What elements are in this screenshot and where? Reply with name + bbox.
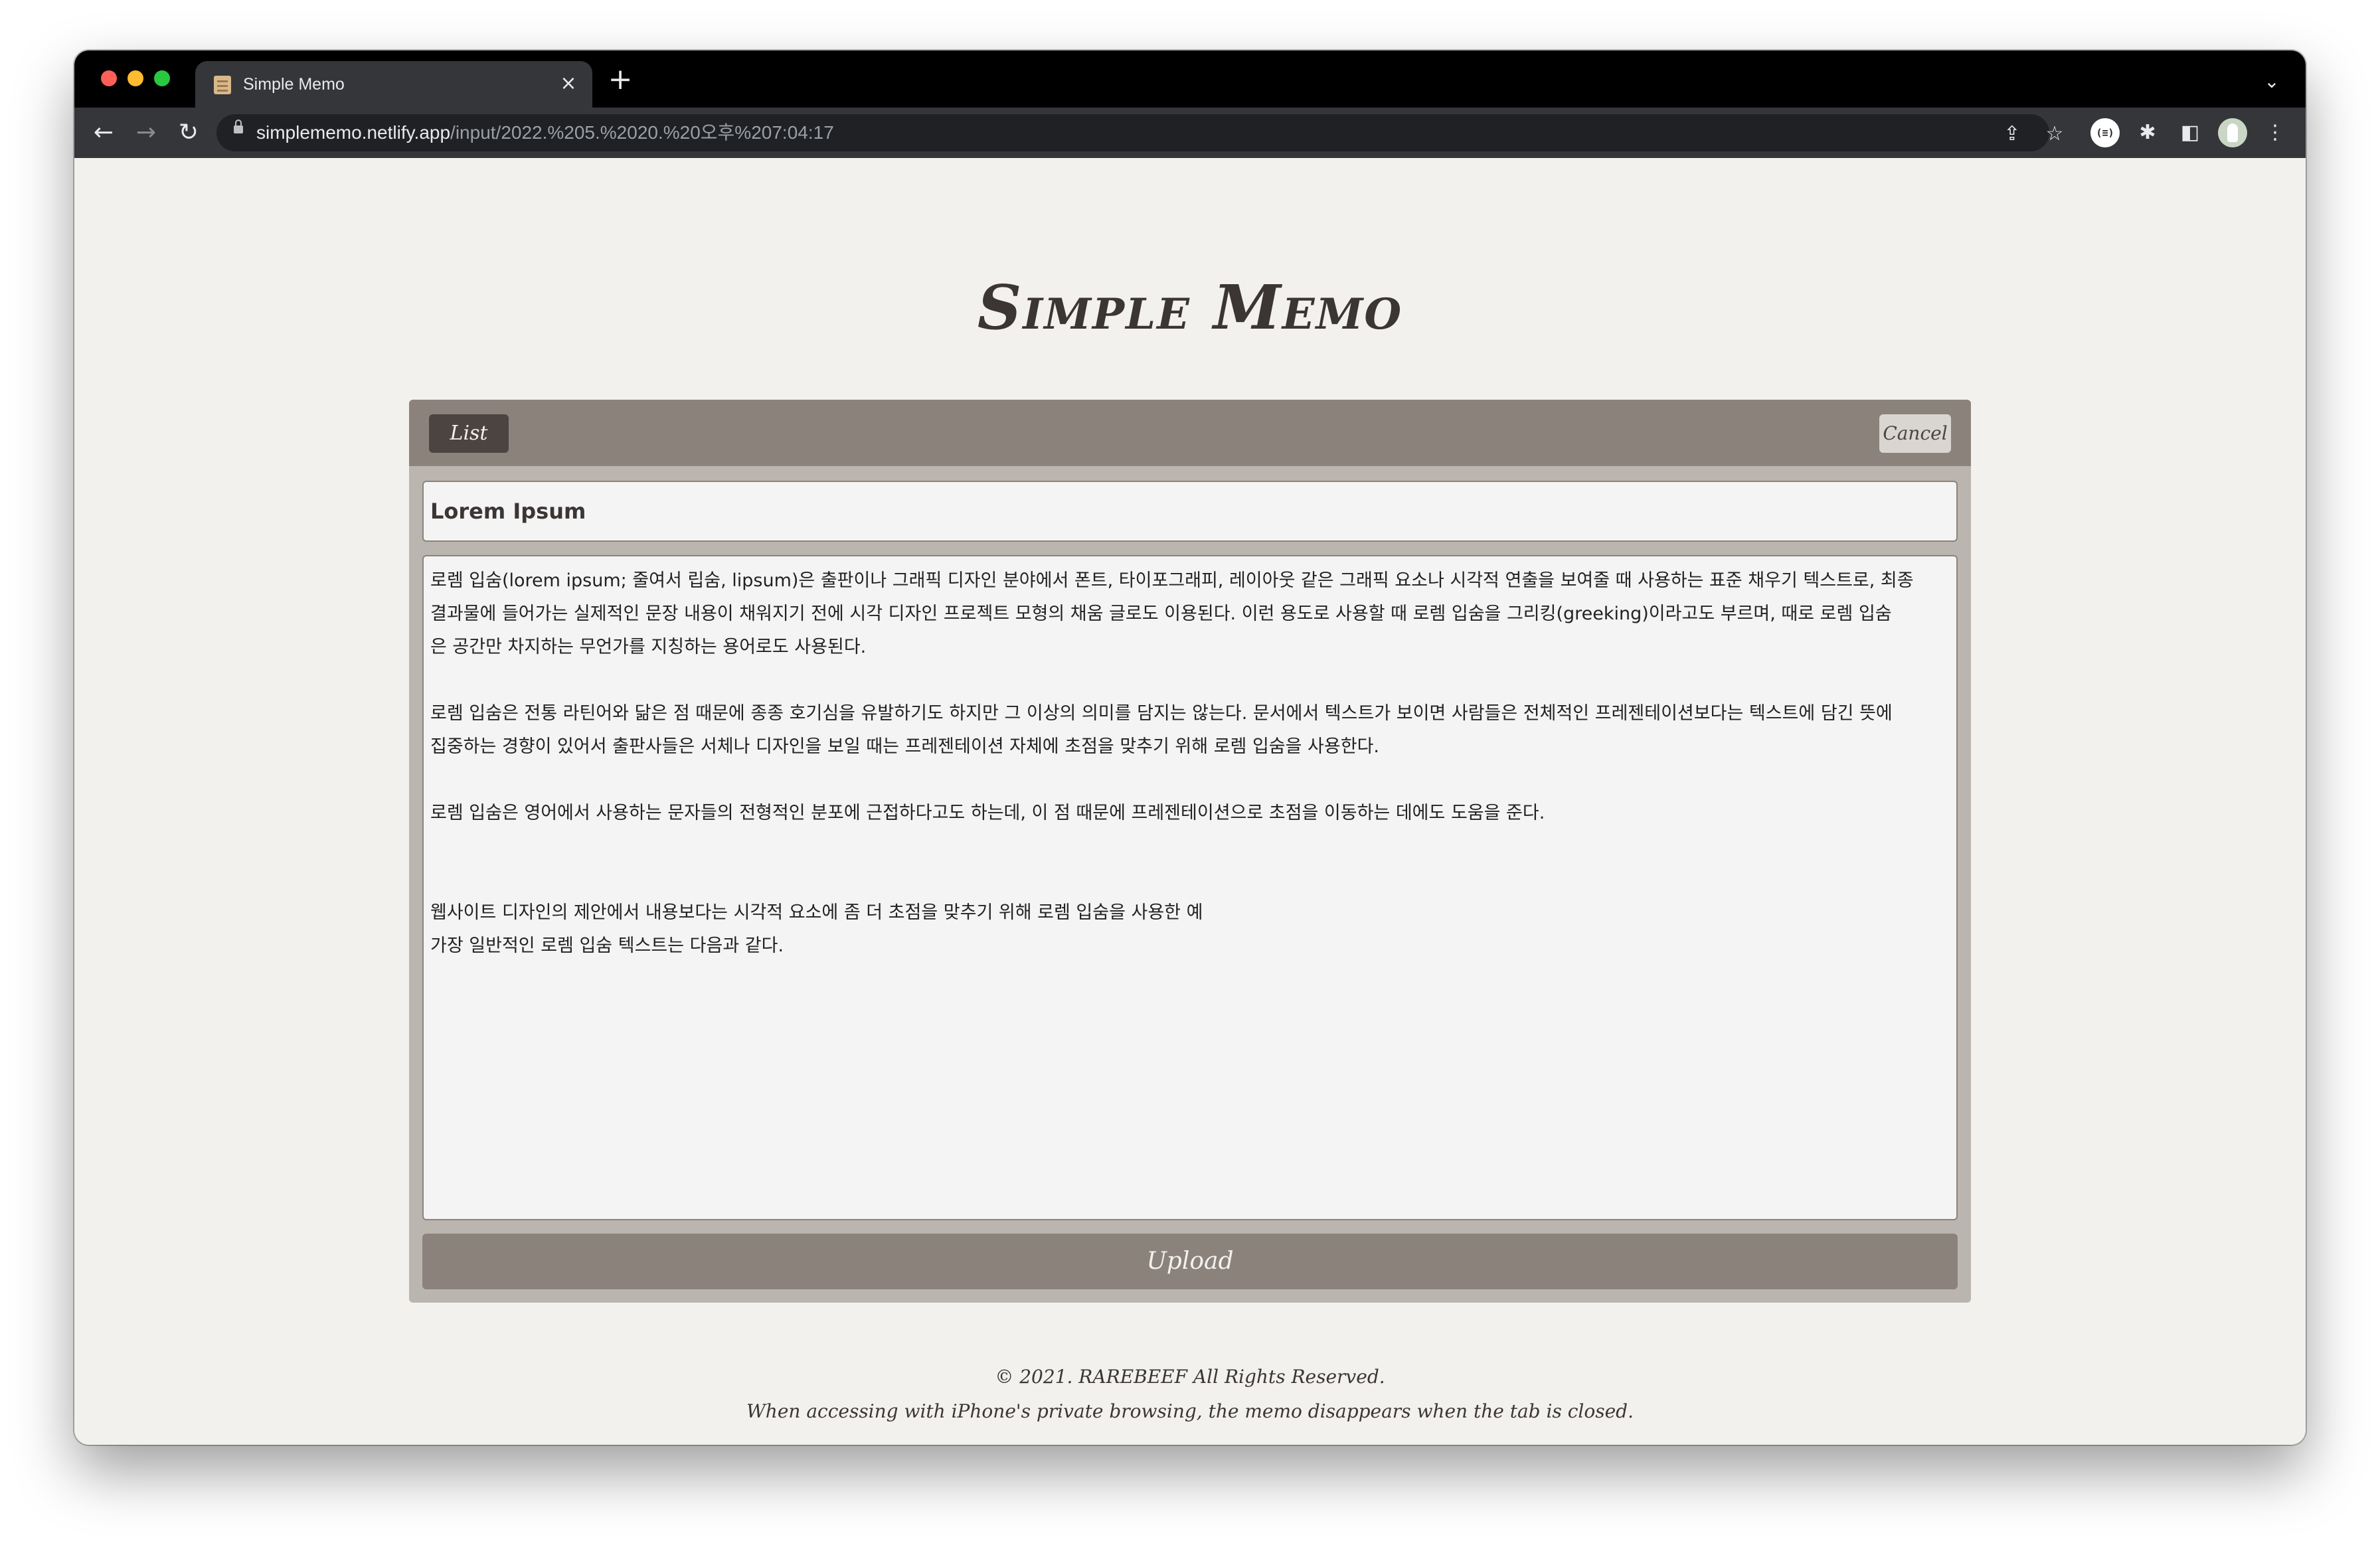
star-icon[interactable]: ☆ [2039,118,2071,150]
tab-strip: Simple Memo × + ⌄ [74,50,2306,108]
memo-line [430,764,1950,797]
memo-line: 집중하는 경향이 있어서 출판사들은 서체나 디자인을 보일 때는 프레젠테이션… [430,736,1379,757]
memo-line: 결과물에 들어가는 실제적인 문장 내용이 채워지기 전에 시각 디자인 프로젝… [430,604,1892,624]
chevron-down-icon[interactable]: ⌄ [2260,70,2283,93]
cancel-button[interactable]: Cancel [1879,414,1951,453]
profile-avatar-icon[interactable] [2218,118,2247,147]
memo-line: 로렘 입숨은 전통 라틴어와 닮은 점 때문에 종종 호기심을 유발하기도 하지… [430,703,1893,724]
url-host: simplememo.netlify.app [256,122,451,143]
footer-note: When accessing with iPhone's private bro… [746,1400,1634,1422]
reload-icon[interactable]: ↻ [173,117,205,149]
memo-body-textarea[interactable]: 로렘 입숨(lorem ipsum; 줄여서 립숨, lipsum)은 출판이나… [422,555,1958,1220]
new-tab-icon[interactable]: + [606,65,635,94]
memo-editor-card: List Cancel Lorem Ipsum 로렘 입숨(lorem ipsu… [409,400,1971,1303]
memo-line [430,664,1950,697]
forward-arrow-icon[interactable]: → [130,117,162,149]
upload-button[interactable]: Upload [422,1234,1958,1289]
tab-simple-memo[interactable]: Simple Memo × [195,61,592,108]
browser-window: Simple Memo × + ⌄ ← → ↻ simplememo.netli… [74,50,2306,1445]
puzzle-icon[interactable]: ✱ [2132,117,2164,149]
extension-badge-icon[interactable]: (≡) [2090,118,2120,147]
minimize-window-button[interactable] [128,70,143,86]
url-text[interactable]: simplememo.netlify.app/input/2022.%205.%… [256,121,834,145]
url-path: /input/2022.%205.%2020.%20오후%207:04:17 [450,122,834,143]
memo-line: 로렘 입숨(lorem ipsum; 줄여서 립숨, lipsum)은 출판이나… [430,570,1914,591]
memo-line: 웹사이트 디자인의 제안에서 내용보다는 시각적 요소에 좀 더 초점을 맞추기… [430,902,1203,923]
footer: © 2021. RAREBEEF All Rights Reserved. Wh… [74,1360,2306,1429]
app-title: Simple Memo [977,272,1403,343]
browser-toolbar: ← → ↻ simplememo.netlify.app/input/2022.… [74,108,2306,158]
memo-line [430,863,1950,896]
back-arrow-icon[interactable]: ← [88,117,120,149]
memo-editor-header: List Cancel [409,400,1971,466]
page-content: Simple Memo List Cancel Lorem Ipsum 로렘 입… [74,158,2306,1445]
close-window-button[interactable] [101,70,117,86]
memo-favicon-icon [214,76,231,94]
memo-line: 로렘 입숨은 영어에서 사용하는 문자들의 전형적인 분포에 근접하다고도 하는… [430,803,1545,823]
tab-close-icon[interactable]: × [555,70,582,97]
memo-line: 가장 일반적인 로렘 입숨 텍스트는 다음과 같다. [430,935,784,956]
memo-line: 은 공간만 차지하는 무언가를 지칭하는 용어로도 사용된다. [430,637,867,657]
kebab-menu-icon[interactable]: ⋮ [2259,117,2291,149]
memo-line [430,830,1950,863]
memo-title-input[interactable]: Lorem Ipsum [422,481,1958,542]
lock-icon[interactable] [234,120,243,133]
share-icon[interactable]: ⇪ [1996,118,2028,150]
footer-copyright: © 2021. RAREBEEF All Rights Reserved. [995,1366,1385,1388]
tab-title: Simple Memo [243,75,345,94]
list-button[interactable]: List [429,414,509,453]
address-bar[interactable]: simplememo.netlify.app/input/2022.%205.%… [216,114,2049,151]
zoom-window-button[interactable] [154,70,170,86]
side-panel-icon[interactable]: ◧ [2174,117,2206,149]
